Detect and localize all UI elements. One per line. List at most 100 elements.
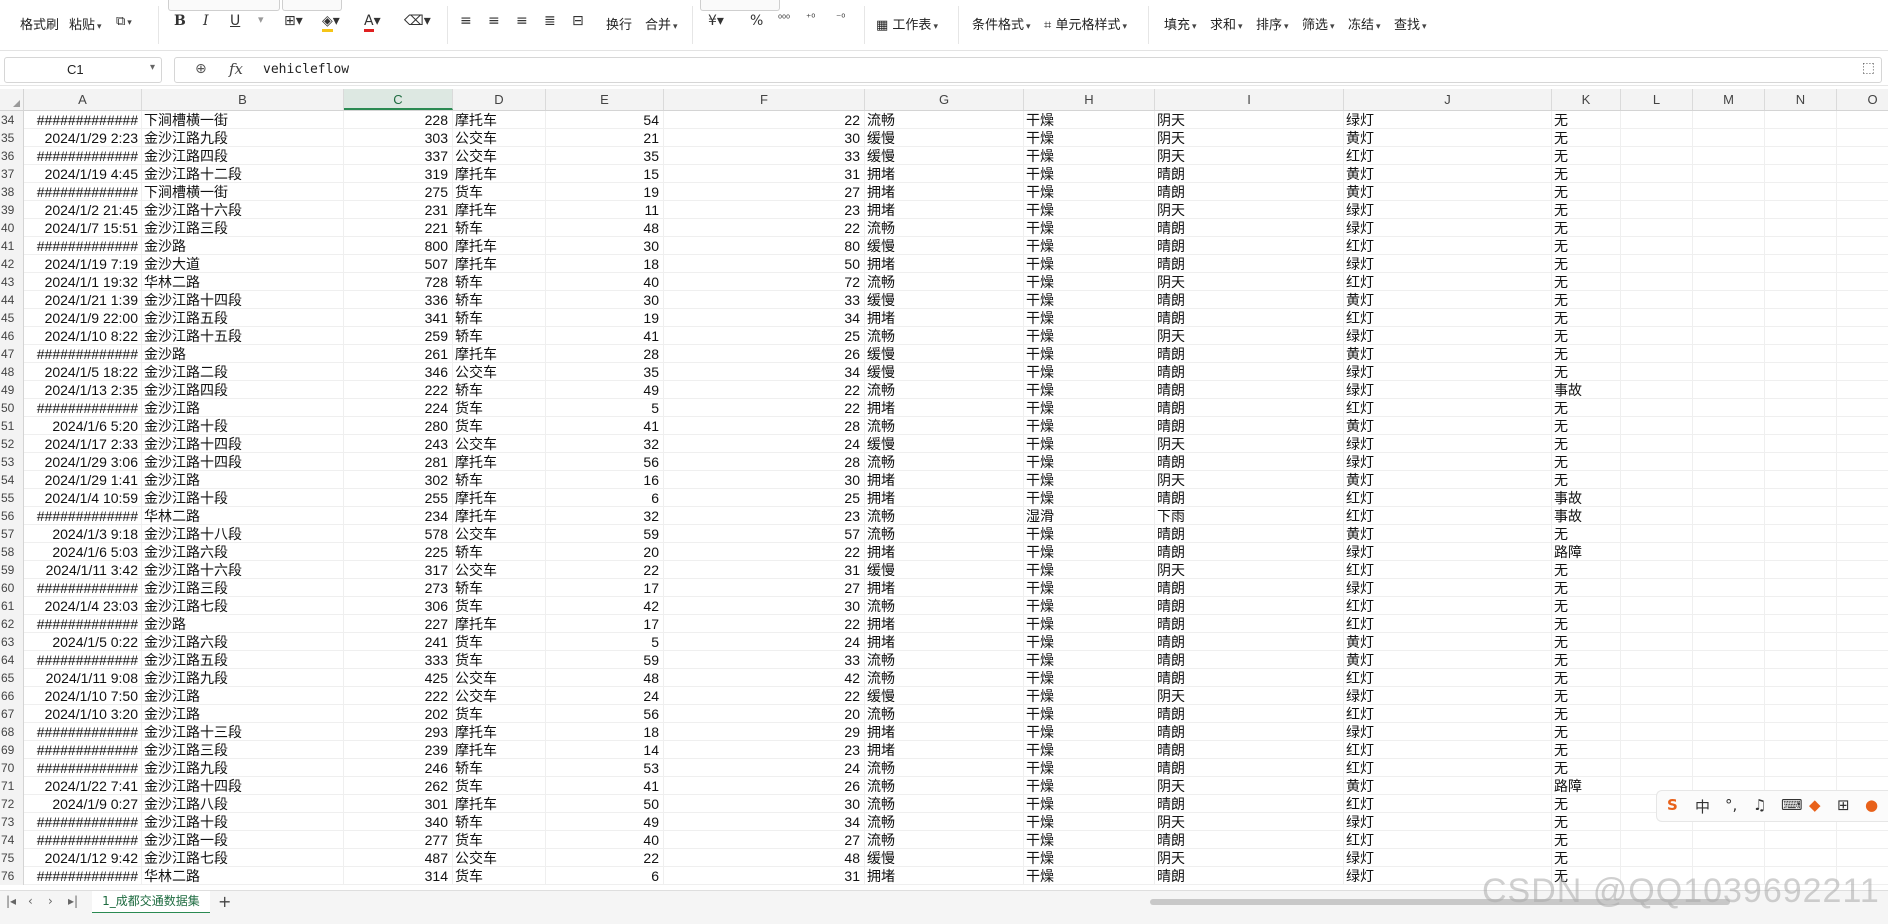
cell-n67[interactable]: [1765, 705, 1837, 723]
cell-k64[interactable]: 无: [1552, 651, 1621, 669]
row-header[interactable]: 52: [0, 435, 24, 453]
cell-g64[interactable]: 流畅: [865, 651, 1024, 669]
cell-j55[interactable]: 红灯: [1344, 489, 1552, 507]
cell-m48[interactable]: [1693, 363, 1765, 381]
cell-h65[interactable]: 干燥: [1024, 669, 1155, 687]
row-header[interactable]: 48: [0, 363, 24, 381]
cell-c60[interactable]: 273: [344, 579, 453, 597]
cell-c65[interactable]: 425: [344, 669, 453, 687]
cell-h75[interactable]: 干燥: [1024, 849, 1155, 867]
cell-d73[interactable]: 轿车: [453, 813, 546, 831]
cell-c44[interactable]: 336: [344, 291, 453, 309]
cell-h61[interactable]: 干燥: [1024, 597, 1155, 615]
cell-i56[interactable]: 下雨: [1155, 507, 1344, 525]
cell-n54[interactable]: [1765, 471, 1837, 489]
row-header[interactable]: 43: [0, 273, 24, 291]
cell-e54[interactable]: 16: [546, 471, 664, 489]
cell-n41[interactable]: [1765, 237, 1837, 255]
cell-f60[interactable]: 27: [664, 579, 865, 597]
cell-o41[interactable]: [1837, 237, 1888, 255]
cell-h53[interactable]: 干燥: [1024, 453, 1155, 471]
cell-m35[interactable]: [1693, 129, 1765, 147]
cell-f55[interactable]: 25: [664, 489, 865, 507]
cell-l53[interactable]: [1621, 453, 1693, 471]
cell-o75[interactable]: [1837, 849, 1888, 867]
row-header[interactable]: 67: [0, 705, 24, 723]
cell-j34[interactable]: 绿灯: [1344, 111, 1552, 129]
cell-i60[interactable]: 晴朗: [1155, 579, 1344, 597]
ime-mode[interactable]: 中: [1695, 796, 1710, 817]
chevron-down-icon[interactable]: ▾: [1238, 22, 1243, 32]
row-header[interactable]: 76: [0, 867, 24, 885]
cell-g57[interactable]: 流畅: [865, 525, 1024, 543]
cell-b39[interactable]: 金沙江路十六段: [142, 201, 344, 219]
cell-f40[interactable]: 22: [664, 219, 865, 237]
cell-k36[interactable]: 无: [1552, 147, 1621, 165]
cell-d45[interactable]: 轿车: [453, 309, 546, 327]
cell-i41[interactable]: 晴朗: [1155, 237, 1344, 255]
cell-c45[interactable]: 341: [344, 309, 453, 327]
cell-l64[interactable]: [1621, 651, 1693, 669]
cell-e39[interactable]: 11: [546, 201, 664, 219]
cell-b56[interactable]: 华林二路: [142, 507, 344, 525]
cell-m64[interactable]: [1693, 651, 1765, 669]
cell-l58[interactable]: [1621, 543, 1693, 561]
cell-i37[interactable]: 晴朗: [1155, 165, 1344, 183]
cell-m67[interactable]: [1693, 705, 1765, 723]
column-header-l[interactable]: L: [1621, 89, 1693, 110]
cell-b65[interactable]: 金沙江路九段: [142, 669, 344, 687]
cell-c46[interactable]: 259: [344, 327, 453, 345]
cell-h64[interactable]: 干燥: [1024, 651, 1155, 669]
cell-g41[interactable]: 缓慢: [865, 237, 1024, 255]
cell-c58[interactable]: 225: [344, 543, 453, 561]
cell-a35[interactable]: 2024/1/29 2:23: [24, 129, 142, 147]
cell-b36[interactable]: 金沙江路四段: [142, 147, 344, 165]
row-header[interactable]: 41: [0, 237, 24, 255]
cell-b38[interactable]: 下涧槽横一街: [142, 183, 344, 201]
cell-h59[interactable]: 干燥: [1024, 561, 1155, 579]
cell-k56[interactable]: 事故: [1552, 507, 1621, 525]
cell-l67[interactable]: [1621, 705, 1693, 723]
cell-e42[interactable]: 18: [546, 255, 664, 273]
cell-e38[interactable]: 19: [546, 183, 664, 201]
cell-b59[interactable]: 金沙江路十六段: [142, 561, 344, 579]
cell-o39[interactable]: [1837, 201, 1888, 219]
cell-o65[interactable]: [1837, 669, 1888, 687]
cell-m44[interactable]: [1693, 291, 1765, 309]
cell-i57[interactable]: 晴朗: [1155, 525, 1344, 543]
cell-b51[interactable]: 金沙江路十段: [142, 417, 344, 435]
cell-m56[interactable]: [1693, 507, 1765, 525]
cell-c72[interactable]: 301: [344, 795, 453, 813]
cell-e51[interactable]: 41: [546, 417, 664, 435]
cell-i55[interactable]: 晴朗: [1155, 489, 1344, 507]
cell-m49[interactable]: [1693, 381, 1765, 399]
cell-g71[interactable]: 流畅: [865, 777, 1024, 795]
cell-k61[interactable]: 无: [1552, 597, 1621, 615]
cell-j50[interactable]: 红灯: [1344, 399, 1552, 417]
column-header-o[interactable]: O: [1837, 89, 1888, 110]
cell-c57[interactable]: 578: [344, 525, 453, 543]
cell-c41[interactable]: 800: [344, 237, 453, 255]
cell-a49[interactable]: 2024/1/13 2:35: [24, 381, 142, 399]
cell-l44[interactable]: [1621, 291, 1693, 309]
cell-n59[interactable]: [1765, 561, 1837, 579]
column-header-h[interactable]: H: [1024, 89, 1155, 110]
cell-n57[interactable]: [1765, 525, 1837, 543]
cell-j63[interactable]: 黄灯: [1344, 633, 1552, 651]
cell-e35[interactable]: 21: [546, 129, 664, 147]
cell-o35[interactable]: [1837, 129, 1888, 147]
cell-h45[interactable]: 干燥: [1024, 309, 1155, 327]
cell-h44[interactable]: 干燥: [1024, 291, 1155, 309]
cell-c38[interactable]: 275: [344, 183, 453, 201]
row-header[interactable]: 72: [0, 795, 24, 813]
cell-o37[interactable]: [1837, 165, 1888, 183]
cell-i50[interactable]: 晴朗: [1155, 399, 1344, 417]
cell-f51[interactable]: 28: [664, 417, 865, 435]
cell-l45[interactable]: [1621, 309, 1693, 327]
cell-a73[interactable]: #############: [24, 813, 142, 831]
column-header-i[interactable]: I: [1155, 89, 1344, 110]
cell-e53[interactable]: 56: [546, 453, 664, 471]
cell-l39[interactable]: [1621, 201, 1693, 219]
cell-e70[interactable]: 53: [546, 759, 664, 777]
cell-i34[interactable]: 阴天: [1155, 111, 1344, 129]
